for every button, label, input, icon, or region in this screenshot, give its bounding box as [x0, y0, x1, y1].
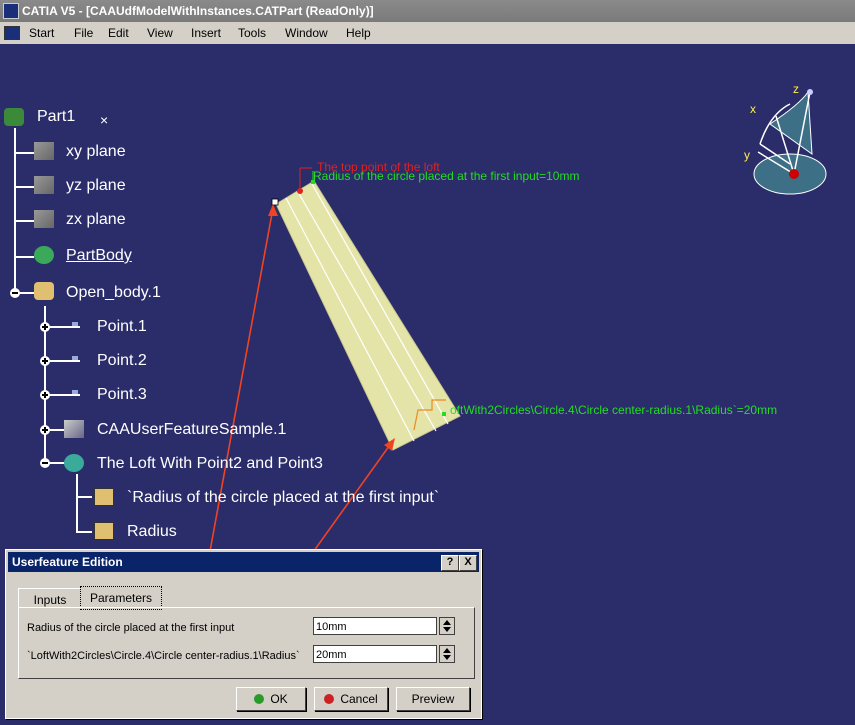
menu-edit[interactable]: Edit [108, 22, 129, 44]
point-icon [72, 356, 78, 360]
param-row1-input[interactable]: 10mm [313, 617, 437, 635]
dialog-title-bar: Userfeature Edition ? X [8, 552, 479, 572]
userfeature-edition-dialog: Userfeature Edition ? X Inputs Parameter… [5, 549, 482, 719]
ok-button[interactable]: OK [236, 687, 306, 711]
menu-bar: Start File Edit View Insert Tools Window… [0, 22, 855, 45]
dialog-title: Userfeature Edition [12, 555, 123, 569]
menu-help[interactable]: Help [346, 22, 371, 44]
cancel-label: Cancel [340, 692, 378, 706]
menu-window[interactable]: Window [285, 22, 328, 44]
ok-label: OK [270, 692, 288, 706]
window-title: CATIA V5 - [CAAUdfModelWithInstances.CAT… [22, 4, 374, 18]
help-button[interactable]: ? [441, 555, 459, 571]
plane-icon [34, 176, 54, 194]
tree-user-feature[interactable]: CAAUserFeatureSample.1 [97, 421, 286, 439]
close-icon[interactable]: × [100, 112, 108, 128]
parameter-icon [94, 522, 114, 540]
collapse-open-body[interactable] [10, 288, 20, 298]
point-icon [72, 322, 78, 326]
menu-start[interactable]: Start [29, 22, 54, 44]
menu-insert[interactable]: Insert [191, 22, 221, 44]
expand-point1[interactable] [40, 322, 50, 332]
param-row2-spinner[interactable] [439, 645, 455, 663]
tree-branch [76, 496, 92, 498]
compass[interactable] [753, 89, 827, 195]
expand-point3[interactable] [40, 390, 50, 400]
collapse-loft[interactable] [40, 458, 50, 468]
top-point-marker [297, 188, 303, 194]
radius-first-annotation: Radius of the circle placed at the first… [313, 169, 580, 183]
cancel-button[interactable]: Cancel [314, 687, 388, 711]
loft-gear-icon [64, 454, 84, 472]
tree-point2[interactable]: Point.2 [97, 352, 147, 370]
tree-point1[interactable]: Point.1 [97, 318, 147, 336]
parameters-panel: Radius of the circle placed at the first… [18, 607, 475, 679]
menu-file[interactable]: File [74, 22, 93, 44]
tree-part1[interactable]: Part1 [37, 108, 75, 126]
compass-z-label: z [793, 82, 799, 96]
title-bar: CATIA V5 - [CAAUdfModelWithInstances.CAT… [0, 0, 855, 22]
tree-loft[interactable]: The Loft With Point2 and Point3 [97, 455, 323, 473]
partbody-gear-icon [34, 246, 54, 264]
param-row1-spinner[interactable] [439, 617, 455, 635]
tree-partbody[interactable]: PartBody [66, 247, 132, 265]
ok-icon [254, 694, 265, 704]
expand-user-feature[interactable] [40, 425, 50, 435]
radius2-marker [442, 412, 446, 416]
plane-icon [34, 210, 54, 228]
radius-second-annotation: oftWith2Circles\Circle.4\Circle center-r… [450, 403, 778, 417]
compass-y-label: y [744, 148, 750, 162]
tree-xy-plane[interactable]: xy plane [66, 143, 126, 161]
start-icon[interactable] [4, 26, 20, 40]
param-row2-input[interactable]: 20mm [313, 645, 437, 663]
plane-icon [34, 142, 54, 160]
tree-branch [76, 531, 92, 533]
parameter-icon [94, 488, 114, 506]
cancel-icon [324, 694, 335, 704]
open-body-icon [34, 282, 54, 300]
tree-point3[interactable]: Point.3 [97, 386, 147, 404]
part-icon [4, 108, 24, 126]
tree-param-radius[interactable]: Radius [127, 523, 177, 541]
dialog-close-button[interactable]: X [459, 555, 477, 571]
tree-trunk-3 [76, 474, 78, 532]
tree-param-radius-first[interactable]: `Radius of the circle placed at the firs… [127, 489, 439, 507]
user-feature-icon [64, 420, 84, 438]
expand-point2[interactable] [40, 356, 50, 366]
menu-tools[interactable]: Tools [238, 22, 266, 44]
param-row1-label: Radius of the circle placed at the first… [27, 622, 235, 634]
point-icon [72, 390, 78, 394]
tree-zx-plane[interactable]: zx plane [66, 211, 126, 229]
tree-open-body[interactable]: Open_body.1 [66, 284, 161, 302]
preview-button[interactable]: Preview [396, 687, 470, 711]
tree-branch [14, 152, 34, 154]
tab-inputs[interactable]: Inputs [18, 588, 82, 609]
compass-x-label: x [750, 102, 756, 116]
param-row2-label: `LoftWith2Circles\Circle.4\Circle center… [27, 650, 300, 662]
menu-view[interactable]: View [147, 22, 173, 44]
tree-yz-plane[interactable]: yz plane [66, 177, 126, 195]
catia-app-icon [3, 3, 19, 19]
tree-branch [14, 256, 34, 258]
handle-square[interactable] [271, 198, 279, 206]
tree-branch [14, 220, 34, 222]
tree-branch [14, 186, 34, 188]
